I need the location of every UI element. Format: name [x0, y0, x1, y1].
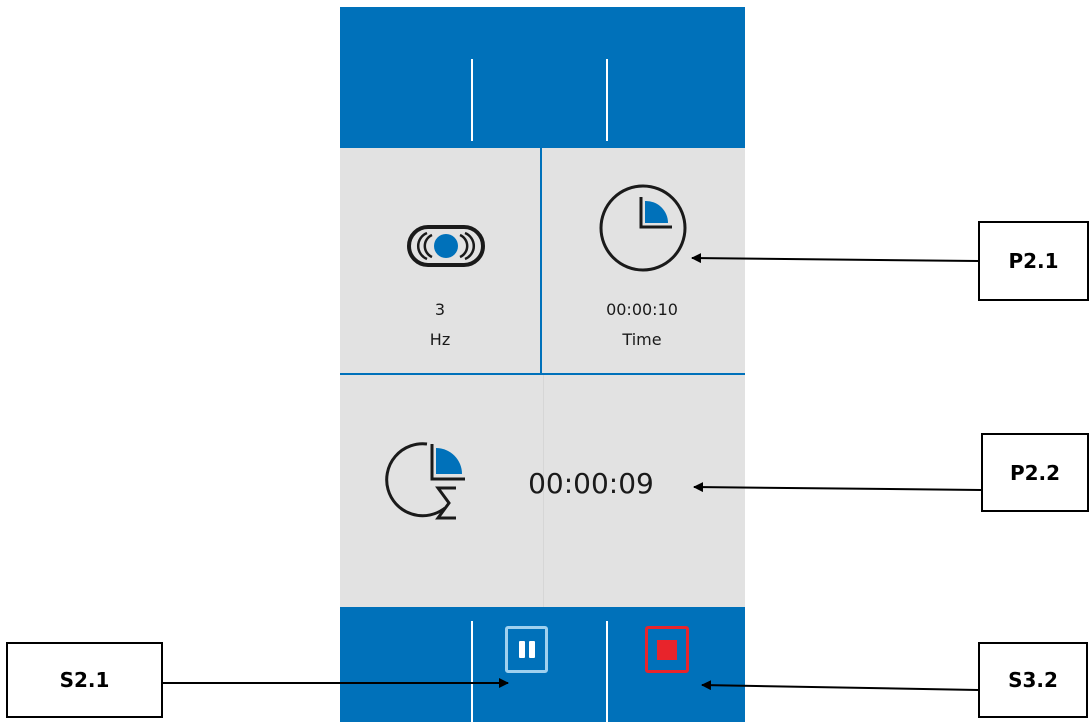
bottom-bar-divider-right	[606, 621, 608, 722]
top-bar-divider-right	[606, 59, 608, 141]
device-screen: 3 Hz 00:00:10 Time 00:00:09	[340, 7, 745, 722]
callout-p2-1: P2.1	[978, 221, 1089, 301]
page: 3 Hz 00:00:10 Time 00:00:09 P2.1 P2.2 S2…	[0, 0, 1092, 722]
frequency-value: 3	[434, 300, 446, 319]
bottom-bar-divider-left	[471, 621, 473, 722]
callout-s2-1: S2.1	[6, 642, 163, 718]
callout-p2-2: P2.2	[981, 433, 1089, 512]
clock-sum-icon	[385, 442, 465, 520]
time-panel[interactable]: 00:00:10 Time	[542, 148, 745, 373]
time-value: 00:00:10	[606, 300, 678, 319]
vibration-icon	[407, 225, 485, 267]
total-time-value: 00:00:09	[528, 467, 654, 500]
pause-icon-bar-left	[519, 641, 525, 658]
pause-button[interactable]	[505, 626, 548, 673]
top-bar-divider-left	[471, 59, 473, 141]
clock-icon	[599, 184, 687, 272]
frequency-unit: Hz	[429, 330, 451, 349]
time-label: Time	[622, 330, 662, 349]
frequency-panel[interactable]: 3 Hz	[340, 148, 540, 373]
stop-button[interactable]	[645, 626, 689, 673]
pause-icon-bar-right	[529, 641, 535, 658]
top-bar	[340, 7, 745, 148]
callout-s3-2: S3.2	[978, 642, 1088, 718]
stop-icon	[657, 640, 677, 660]
